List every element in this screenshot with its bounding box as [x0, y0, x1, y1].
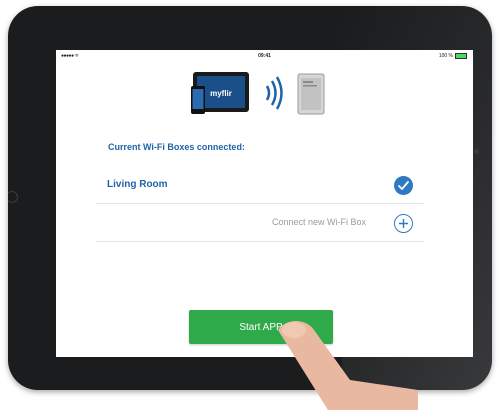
battery-indicator: 100 %: [439, 53, 467, 59]
device-name: Living Room: [107, 179, 168, 190]
wifi-box-connection-illustration: myflir: [191, 72, 325, 115]
connect-new-label: Connect new Wi-Fi Box: [271, 217, 366, 227]
battery-percent: 100 %: [438, 53, 453, 59]
status-time: 09:41: [258, 53, 271, 59]
connected-boxes-title: Current Wi-Fi Boxes connected:: [108, 142, 245, 152]
home-button: [8, 191, 18, 203]
plus-icon[interactable]: [394, 214, 413, 233]
battery-icon: [455, 53, 467, 59]
device-row-living-room[interactable]: Living Room: [96, 166, 424, 204]
check-icon: [394, 176, 413, 195]
connect-new-box-row[interactable]: Connect new Wi-Fi Box: [96, 204, 424, 242]
camera-dot: [474, 149, 479, 154]
pointing-finger-icon: [278, 321, 418, 410]
tablet-frame: ●●●●● ᯤ 09:41 100 % myflir Current Wi-Fi…: [8, 6, 492, 390]
tablet-logo: myflir: [210, 89, 232, 98]
status-bar: ●●●●● ᯤ 09:41 100 %: [56, 50, 473, 62]
